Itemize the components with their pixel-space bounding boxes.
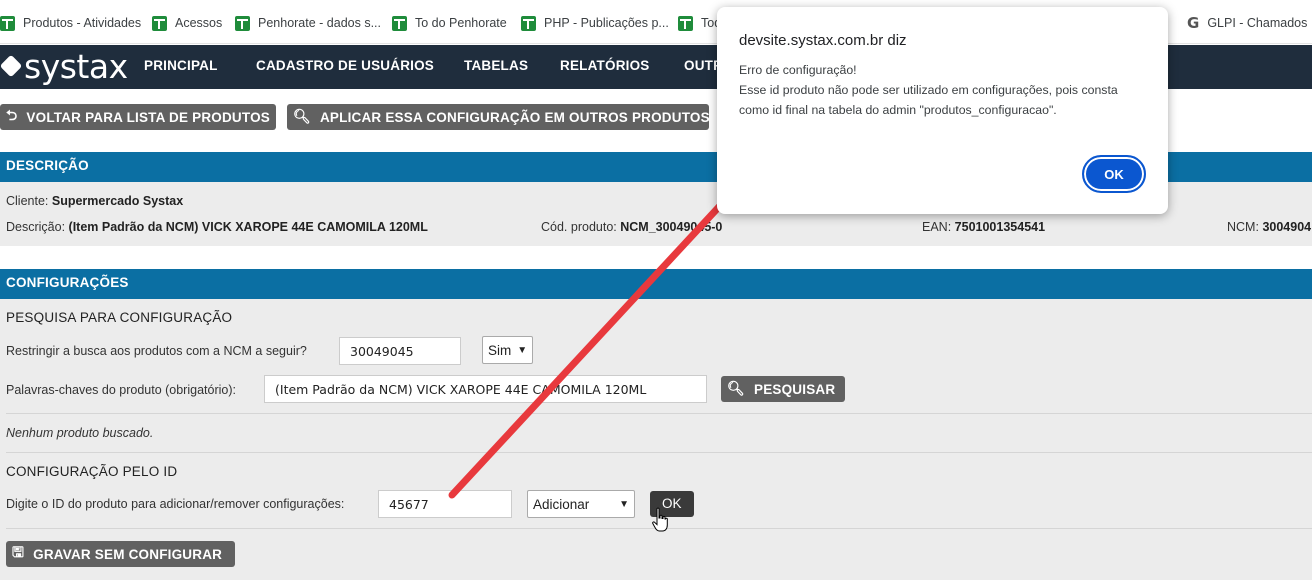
nav-tabelas[interactable]: TABELAS (464, 58, 528, 73)
restrict-ncm-select[interactable]: Sim ▼ (482, 336, 533, 364)
divider (6, 413, 1312, 414)
search-config-title: PESQUISA PARA CONFIGURAÇÃO (6, 310, 233, 325)
action-select[interactable]: Adicionar ▼ (527, 490, 635, 518)
divider (6, 452, 1312, 453)
dialog-title: devsite.systax.com.br diz (739, 32, 907, 49)
dialog-ok-button[interactable]: OK (1082, 155, 1146, 193)
sheet-icon (392, 15, 407, 31)
keywords-input[interactable]: (Item Padrão da NCM) VICK XAROPE 44E CAM… (264, 375, 707, 403)
apply-config-button[interactable]: 🔍︎ APLICAR ESSA CONFIGURAÇÃO EM OUTROS PR… (287, 104, 710, 130)
bookmark-glpi-chamados[interactable]: G GLPI - Chamados (1187, 13, 1307, 33)
search-icon: 🔍︎ (293, 109, 311, 125)
dialog-message-line: como id final na tabela do admin "produt… (739, 103, 1057, 117)
product-id-label: Digite o ID do produto para adicionar/re… (6, 497, 345, 511)
sheet-icon (678, 15, 693, 31)
keywords-label: Palavras-chaves do produto (obrigatório)… (6, 383, 236, 397)
nav-cadastro-usuarios[interactable]: CADASTRO DE USUÁRIOS (256, 58, 434, 73)
bookmark-todo-penhorate[interactable]: To do Penhorate (392, 13, 507, 33)
systax-logo[interactable]: systax (0, 47, 128, 86)
chevron-down-icon: ▼ (619, 498, 629, 510)
bookmark-penhorate-dados[interactable]: Penhorate - dados s... (235, 13, 381, 33)
descricao-row: Descrição: (Item Padrão da NCM) VICK XAR… (6, 220, 428, 234)
sheet-icon (152, 15, 167, 31)
config-by-id-title: CONFIGURAÇÃO PELO ID (6, 464, 178, 479)
restrict-ncm-label: Restringir a busca aos produtos com a NC… (6, 344, 307, 358)
product-id-input[interactable]: 45677 (378, 490, 512, 518)
bookmark-tod[interactable]: Tod (678, 13, 721, 33)
nav-principal[interactable]: PRINCIPAL (144, 58, 218, 73)
nav-relatorios[interactable]: RELATÓRIOS (560, 58, 650, 73)
bookmark-php-publicacoes[interactable]: PHP - Publicações p... (521, 13, 669, 33)
cod-produto-row: Cód. produto: NCM_30049045-0 (541, 220, 723, 234)
sheet-icon (521, 15, 536, 31)
search-icon: 🔍︎ (727, 381, 745, 397)
dialog-message-line: Esse id produto não pode ser utilizado e… (739, 83, 1118, 97)
sheet-icon (0, 15, 15, 31)
restrict-ncm-input[interactable]: 30049045 (339, 337, 461, 365)
bookmark-produtos-atividades[interactable]: Produtos - Atividades (0, 13, 141, 33)
configuracoes-panel (0, 299, 1312, 580)
no-product-message: Nenhum produto buscado. (6, 426, 154, 440)
alert-dialog: devsite.systax.com.br diz Erro de config… (717, 7, 1168, 214)
dialog-message-line: Erro de configuração! (739, 63, 857, 77)
search-button[interactable]: 🔍︎ PESQUISAR (721, 376, 845, 402)
return-icon: ⮌ (6, 108, 18, 124)
bookmark-acessos[interactable]: Acessos (152, 13, 222, 33)
save-without-config-button[interactable]: 🖫 GRAVAR SEM CONFIGURAR (6, 541, 235, 567)
systax-logo-mark-icon (0, 55, 22, 77)
ncm-row: NCM: 3004904 (1227, 220, 1312, 234)
cliente-row: Cliente: Supermercado Systax (6, 194, 184, 208)
glpi-icon: G (1187, 14, 1200, 32)
ean-row: EAN: 7501001354541 (922, 220, 1046, 234)
back-to-list-button[interactable]: ⮌ VOLTAR PARA LISTA DE PRODUTOS (0, 104, 276, 130)
chevron-down-icon: ▼ (517, 344, 528, 356)
floppy-icon: 🖫 (12, 545, 25, 561)
hand-cursor-icon (652, 507, 668, 532)
sheet-icon (235, 15, 250, 31)
section-configuracoes-header: CONFIGURAÇÕES (0, 269, 1312, 299)
